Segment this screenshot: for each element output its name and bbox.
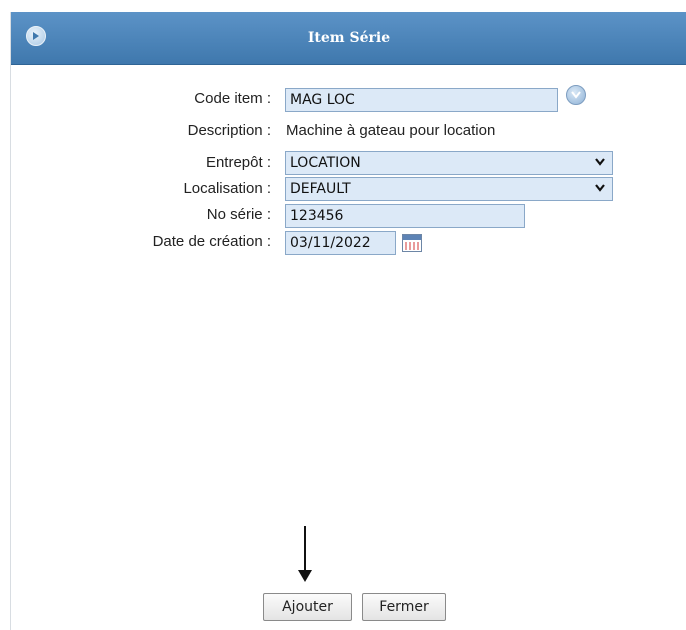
entrepot-select[interactable]: LOCATION [285, 151, 613, 175]
localisation-select[interactable]: DEFAULT [285, 177, 613, 201]
no-serie-input[interactable]: 123456 [285, 204, 525, 228]
localisation-label: Localisation : [183, 180, 271, 197]
chevron-down-icon [595, 184, 605, 192]
dialog-titlebar: Item Série [11, 12, 686, 65]
localisation-selected-value: DEFAULT [290, 181, 351, 197]
fermer-button[interactable]: Fermer [362, 593, 446, 621]
code-item-label: Code item : [194, 90, 271, 107]
date-creation-input[interactable]: 03/11/2022 [285, 231, 396, 255]
arrow-down-icon [298, 526, 312, 582]
description-label: Description : [187, 122, 271, 139]
entrepot-selected-value: LOCATION [290, 155, 361, 171]
no-serie-label: No série : [206, 206, 271, 223]
ajouter-button[interactable]: Ajouter [263, 593, 352, 621]
date-creation-label: Date de création : [152, 233, 271, 250]
dialog-title: Item Série [307, 30, 391, 46]
code-item-input[interactable]: MAG LOC [285, 88, 558, 112]
description-value: Machine à gateau pour location [286, 122, 496, 139]
lookup-icon[interactable] [566, 85, 586, 105]
calendar-icon[interactable] [402, 234, 422, 252]
chevron-down-icon [595, 158, 605, 166]
entrepot-label: Entrepôt : [205, 154, 271, 171]
